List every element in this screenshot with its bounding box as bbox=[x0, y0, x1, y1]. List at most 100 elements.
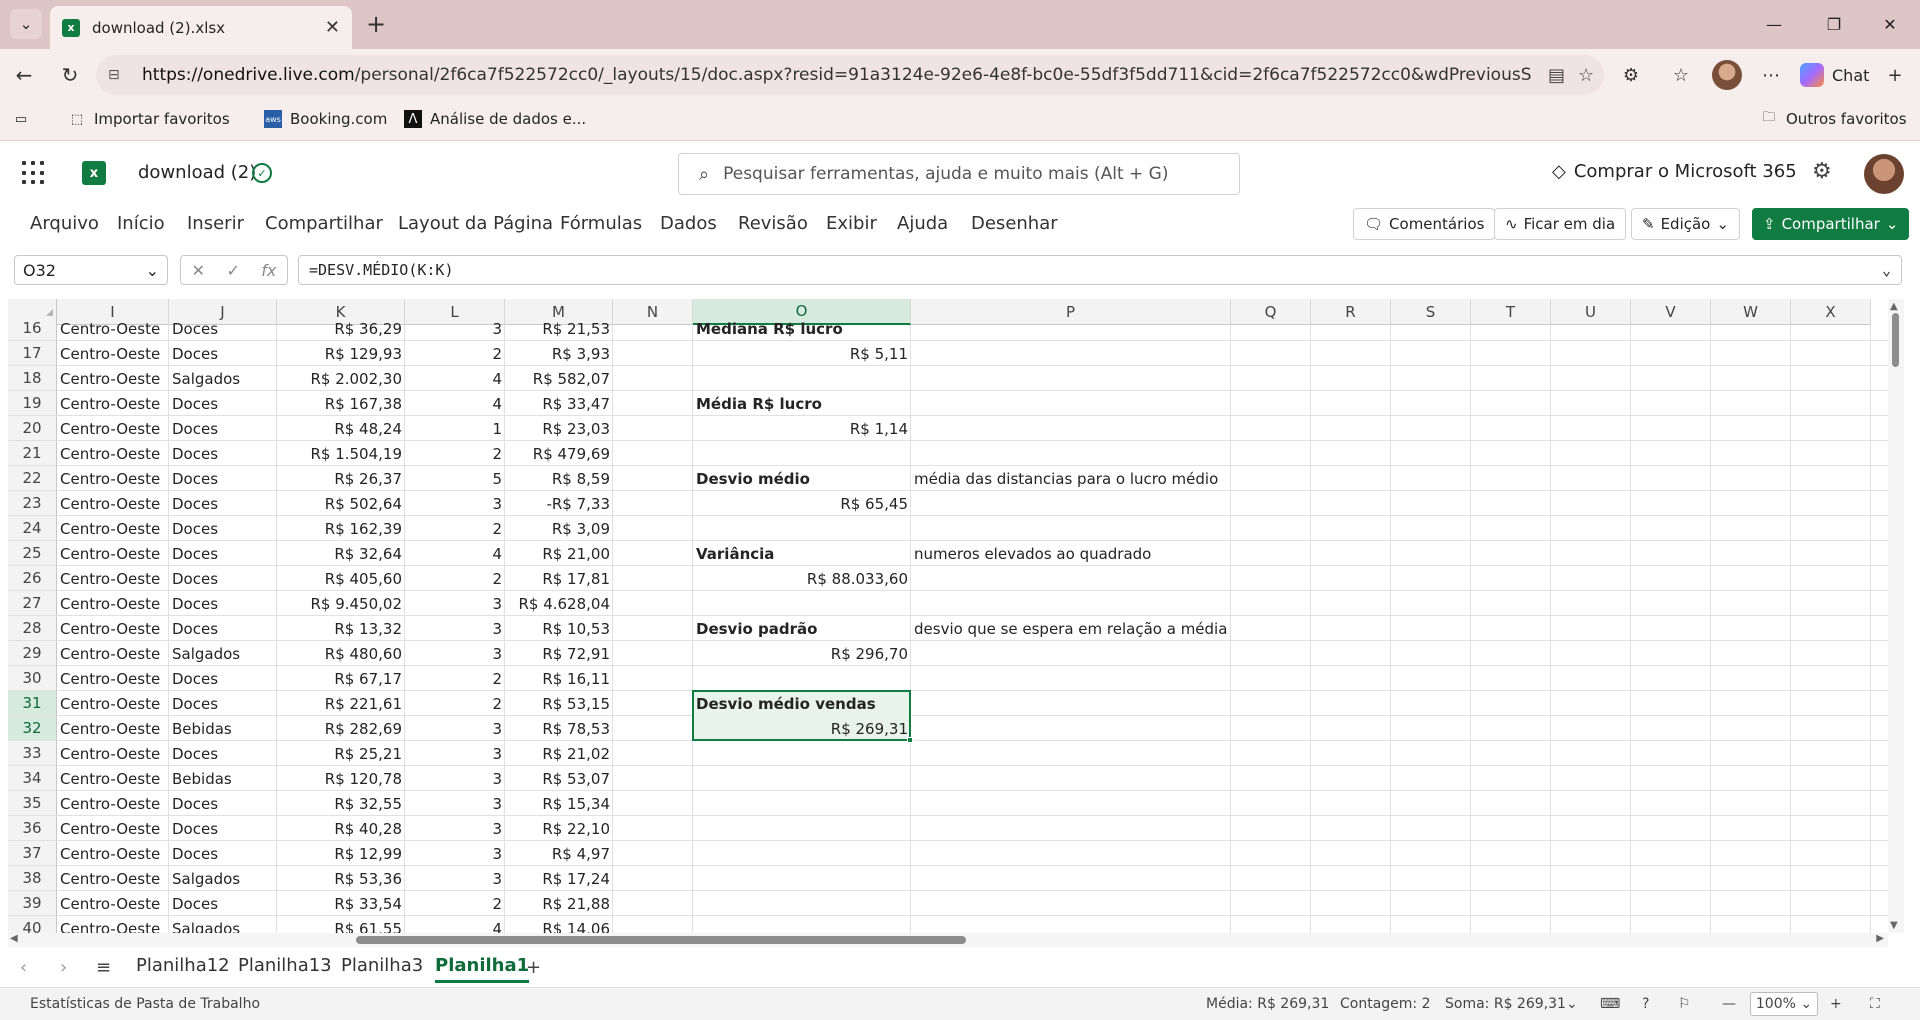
cell-sales[interactable]: R$ 40,28 bbox=[277, 816, 405, 841]
horizontal-scroll-thumb[interactable] bbox=[356, 936, 966, 944]
cell-region[interactable]: Centro-Oeste bbox=[57, 316, 169, 341]
cell-profit[interactable]: R$ 78,53 bbox=[505, 716, 613, 741]
search-input[interactable]: ⌕ Pesquisar ferramentas, ajuda e muito m… bbox=[678, 153, 1240, 195]
cell-profit[interactable]: R$ 14,06 bbox=[505, 916, 613, 934]
row-header[interactable]: 18 bbox=[8, 366, 57, 391]
cell-quantity[interactable]: 3 bbox=[405, 816, 505, 841]
help-icon[interactable]: ? bbox=[1642, 996, 1649, 1012]
cell-region[interactable]: Centro-Oeste bbox=[57, 366, 169, 391]
restore-button[interactable]: ❐ bbox=[1814, 10, 1854, 38]
menu-ajuda[interactable]: Ajuda bbox=[897, 213, 948, 234]
row-header[interactable]: 40 bbox=[8, 916, 57, 933]
cell-sales[interactable]: R$ 67,17 bbox=[277, 666, 405, 691]
site-info-icon[interactable]: ⊟ bbox=[108, 67, 130, 83]
cell-region[interactable]: Centro-Oeste bbox=[57, 916, 169, 934]
refresh-button[interactable]: ↻ bbox=[56, 61, 84, 89]
scroll-up-icon[interactable]: ▲ bbox=[1890, 301, 1898, 312]
cell-category[interactable]: Doces bbox=[169, 341, 277, 366]
cell-sales[interactable]: R$ 53,36 bbox=[277, 866, 405, 891]
cell-note[interactable]: numeros elevados ao quadrado bbox=[911, 541, 1331, 566]
row-header[interactable]: 25 bbox=[8, 541, 57, 566]
cell-region[interactable]: Centro-Oeste bbox=[57, 441, 169, 466]
browser-tab[interactable]: x download (2).xlsx ✕ bbox=[50, 6, 352, 49]
cell-region[interactable]: Centro-Oeste bbox=[57, 691, 169, 716]
insert-function-icon[interactable]: fx bbox=[261, 261, 276, 280]
bookmark-booking[interactable]: aws Booking.com bbox=[264, 110, 387, 128]
back-button[interactable]: ← bbox=[10, 61, 38, 89]
cell-statistic[interactable]: Desvio padrão bbox=[693, 616, 911, 641]
cell-sales[interactable]: R$ 129,93 bbox=[277, 341, 405, 366]
cell-sales[interactable]: R$ 25,21 bbox=[277, 741, 405, 766]
cell-note[interactable]: desvio que se espera em relação a média bbox=[911, 616, 1331, 641]
confirm-icon[interactable]: ✓ bbox=[226, 261, 239, 280]
sheet-tab-planilha3[interactable]: Planilha3 bbox=[341, 955, 423, 976]
cell-profit[interactable]: R$ 8,59 bbox=[505, 466, 613, 491]
reader-mode-icon[interactable]: ▤ bbox=[1548, 65, 1565, 86]
cell-quantity[interactable]: 2 bbox=[405, 566, 505, 591]
chevron-down-icon[interactable]: ⌄ bbox=[1566, 996, 1578, 1012]
close-window-button[interactable]: ✕ bbox=[1870, 10, 1910, 38]
cell-region[interactable]: Centro-Oeste bbox=[57, 416, 169, 441]
cell-region[interactable]: Centro-Oeste bbox=[57, 491, 169, 516]
cell-category[interactable]: Doces bbox=[169, 316, 277, 341]
cell-statistic[interactable]: R$ 88.033,60 bbox=[693, 566, 911, 591]
cell-category[interactable]: Doces bbox=[169, 416, 277, 441]
cell-profit[interactable]: R$ 17,81 bbox=[505, 566, 613, 591]
cell-sales[interactable]: R$ 502,64 bbox=[277, 491, 405, 516]
spreadsheet-grid[interactable]: I J K L M N O P Q R S T U V W X 16 Centro-Oeste Doces R$ 36… bbox=[8, 299, 1904, 933]
cell-region[interactable]: Centro-Oeste bbox=[57, 741, 169, 766]
row-header[interactable]: 24 bbox=[8, 516, 57, 541]
column-header-u[interactable]: U bbox=[1551, 299, 1631, 325]
cell-quantity[interactable]: 4 bbox=[405, 916, 505, 934]
cell-profit[interactable]: -R$ 7,33 bbox=[505, 491, 613, 516]
cell-quantity[interactable]: 2 bbox=[405, 891, 505, 916]
favorite-star-icon[interactable]: ☆ bbox=[1578, 65, 1594, 86]
name-box[interactable]: O32 ⌄ bbox=[14, 255, 168, 285]
cell-region[interactable]: Centro-Oeste bbox=[57, 816, 169, 841]
app-launcher-icon[interactable] bbox=[22, 161, 46, 185]
row-header[interactable]: 23 bbox=[8, 491, 57, 516]
catch-up-button[interactable]: ∿ Ficar em dia bbox=[1494, 208, 1627, 240]
cell-category[interactable]: Doces bbox=[169, 541, 277, 566]
cell-quantity[interactable]: 5 bbox=[405, 466, 505, 491]
column-header-n[interactable]: N bbox=[613, 299, 693, 325]
cell-profit[interactable]: R$ 23,03 bbox=[505, 416, 613, 441]
cell-sales[interactable]: R$ 61,55 bbox=[277, 916, 405, 934]
url-field[interactable]: ⊟ https://onedrive.live.com/personal/2f6… bbox=[96, 55, 1604, 95]
cell-category[interactable]: Bebidas bbox=[169, 716, 277, 741]
cell-statistic[interactable]: Mediana R$ lucro bbox=[693, 316, 911, 341]
keyboard-icon[interactable]: ⌨ bbox=[1600, 996, 1620, 1012]
column-header-p[interactable]: P bbox=[911, 299, 1231, 325]
cell-profit[interactable]: R$ 3,93 bbox=[505, 341, 613, 366]
cell-category[interactable]: Doces bbox=[169, 816, 277, 841]
cell-quantity[interactable]: 3 bbox=[405, 641, 505, 666]
new-tab-button[interactable]: + bbox=[362, 10, 390, 38]
row-header[interactable]: 38 bbox=[8, 866, 57, 891]
cell-category[interactable]: Bebidas bbox=[169, 766, 277, 791]
cell-profit[interactable]: R$ 53,15 bbox=[505, 691, 613, 716]
cell-category[interactable]: Doces bbox=[169, 666, 277, 691]
row-header[interactable]: 28 bbox=[8, 616, 57, 641]
cell-quantity[interactable]: 3 bbox=[405, 791, 505, 816]
extensions-icon[interactable]: ⚙ bbox=[1616, 61, 1646, 89]
comments-button[interactable]: 🗨 Comentários bbox=[1353, 208, 1496, 240]
row-header[interactable]: 36 bbox=[8, 816, 57, 841]
cell-sales[interactable]: R$ 32,55 bbox=[277, 791, 405, 816]
add-sheet-icon[interactable]: + bbox=[526, 957, 541, 978]
menu-revisao[interactable]: Revisão bbox=[738, 213, 808, 234]
row-header[interactable]: 29 bbox=[8, 641, 57, 666]
row-header[interactable]: 22 bbox=[8, 466, 57, 491]
column-header-r[interactable]: R bbox=[1311, 299, 1391, 325]
column-header-x[interactable]: X bbox=[1791, 299, 1871, 325]
cell-region[interactable]: Centro-Oeste bbox=[57, 466, 169, 491]
menu-exibir[interactable]: Exibir bbox=[826, 213, 877, 234]
cell-sales[interactable]: R$ 480,60 bbox=[277, 641, 405, 666]
editing-mode-button[interactable]: ✎ Edição ⌄ bbox=[1631, 208, 1740, 240]
sidebar-add-icon[interactable]: + bbox=[1880, 61, 1910, 89]
row-header[interactable]: 19 bbox=[8, 391, 57, 416]
column-header-q[interactable]: Q bbox=[1231, 299, 1311, 325]
cell-profit[interactable]: R$ 15,34 bbox=[505, 791, 613, 816]
cell-statistic[interactable]: R$ 65,45 bbox=[693, 491, 911, 516]
cell-statistic[interactable]: R$ 1,14 bbox=[693, 416, 911, 441]
scroll-down-icon[interactable]: ▼ bbox=[1890, 920, 1898, 931]
